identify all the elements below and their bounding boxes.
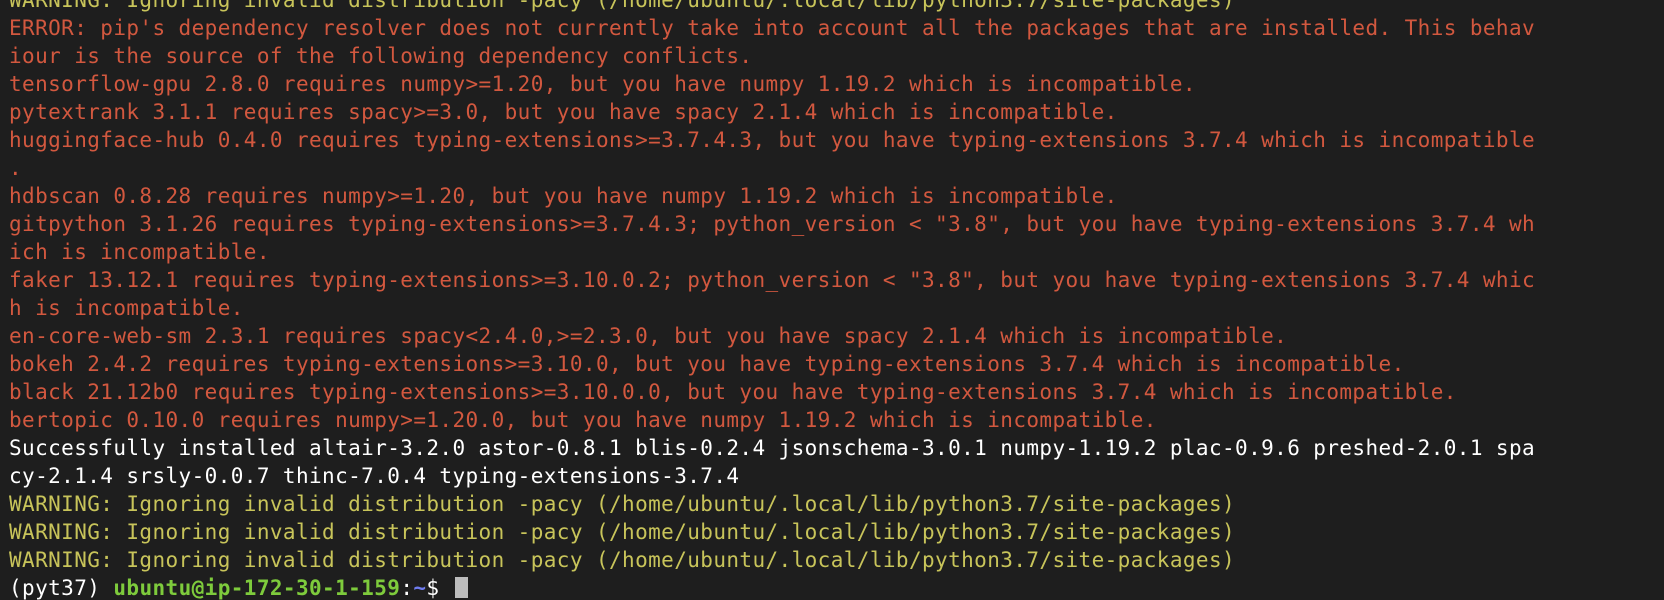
conflict-line: huggingface-hub 0.4.0 requires typing-ex… bbox=[9, 128, 1536, 152]
text-cursor[interactable] bbox=[454, 577, 468, 598]
conflict-line: black 21.12b0 requires typing-extensions… bbox=[9, 380, 1457, 404]
prompt-env: (pyt37) bbox=[9, 576, 114, 600]
prompt-directory: ~ bbox=[413, 576, 427, 600]
conflict-line: pytextrank 3.1.1 requires spacy>=3.0, bu… bbox=[9, 100, 1118, 124]
conflict-line: ich is incompatible. bbox=[9, 240, 270, 264]
shell-prompt[interactable]: (pyt37) ubuntu@ip-172-30-1-159:~$ bbox=[9, 574, 1535, 600]
error-line: iour is the source of the following depe… bbox=[9, 44, 753, 68]
warning-line: WARNING: Ignoring invalid distribution -… bbox=[9, 492, 1236, 516]
success-line: cy-2.1.4 srsly-0.0.7 thinc-7.0.4 typing-… bbox=[9, 464, 740, 488]
prompt-symbol: $ bbox=[426, 576, 453, 600]
prompt-colon: : bbox=[400, 576, 414, 600]
conflict-line: gitpython 3.1.26 requires typing-extensi… bbox=[9, 212, 1536, 236]
conflict-line: tensorflow-gpu 2.8.0 requires numpy>=1.2… bbox=[9, 72, 1196, 96]
warning-line: WARNING: Ignoring invalid distribution -… bbox=[9, 520, 1236, 544]
conflict-line: en-core-web-sm 2.3.1 requires spacy<2.4.… bbox=[9, 324, 1288, 348]
warning-line: WARNING: Ignoring invalid distribution -… bbox=[9, 0, 1236, 12]
terminal-window[interactable]: WARNING: Ignoring invalid distribution -… bbox=[0, 0, 1664, 600]
error-line: ERROR: pip's dependency resolver does no… bbox=[9, 16, 1536, 40]
conflict-line: hdbscan 0.8.28 requires numpy>=1.20, but… bbox=[9, 184, 1118, 208]
conflict-line: bokeh 2.4.2 requires typing-extensions>=… bbox=[9, 352, 1405, 376]
terminal-output: WARNING: Ignoring invalid distribution -… bbox=[9, 0, 1535, 600]
conflict-line: . bbox=[9, 156, 23, 180]
conflict-line: faker 13.12.1 requires typing-extensions… bbox=[9, 268, 1536, 292]
warning-line: WARNING: Ignoring invalid distribution -… bbox=[9, 548, 1236, 572]
success-line: Successfully installed altair-3.2.0 asto… bbox=[9, 436, 1536, 460]
conflict-line: h is incompatible. bbox=[9, 296, 244, 320]
prompt-user-host: ubuntu@ip-172-30-1-159 bbox=[113, 576, 401, 600]
conflict-line: bertopic 0.10.0 requires numpy>=1.20.0, … bbox=[9, 408, 1157, 432]
